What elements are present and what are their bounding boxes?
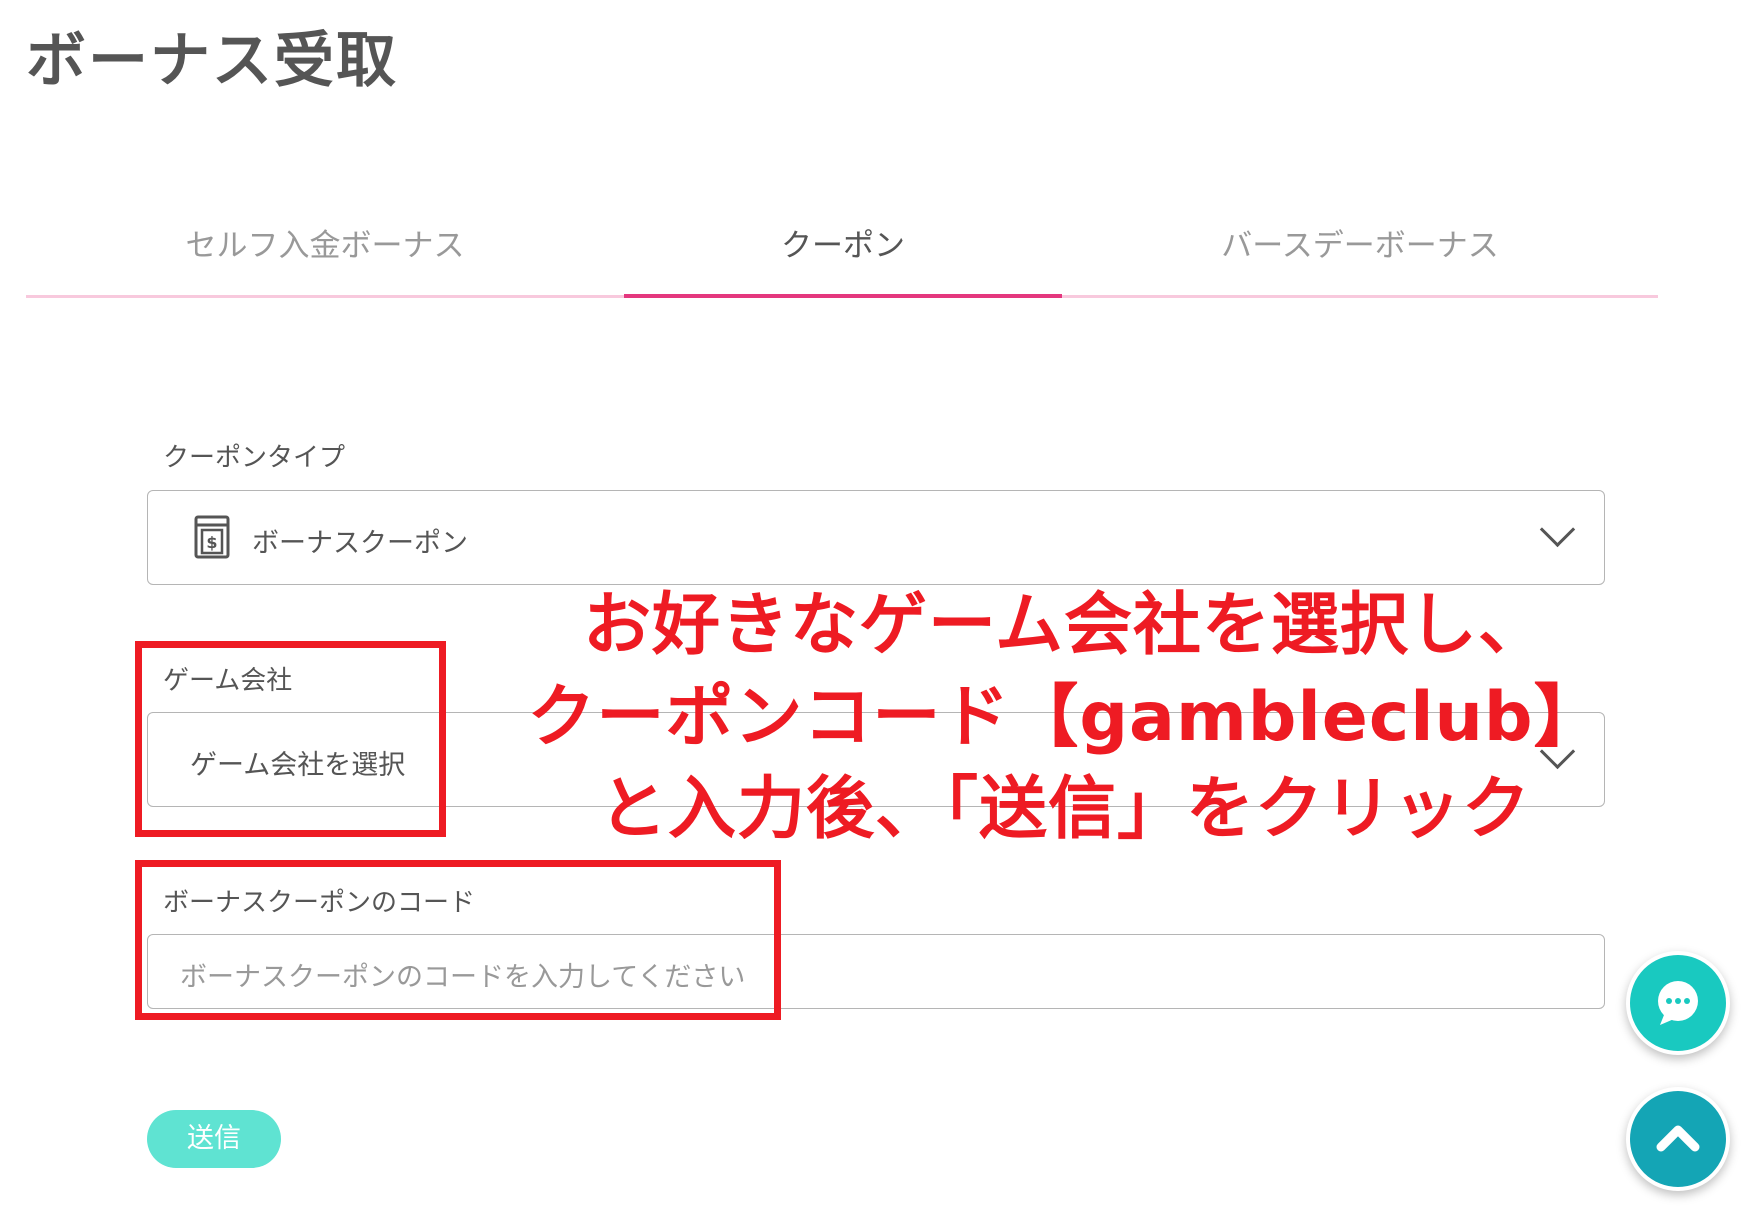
coupon-type-value: ボーナスクーポン xyxy=(252,528,468,559)
svg-text:$: $ xyxy=(206,533,217,552)
coupon-type-select[interactable]: $ ボーナスクーポン xyxy=(147,490,1605,585)
tab-coupon[interactable]: クーポン xyxy=(624,215,1062,295)
chat-bubble-icon xyxy=(1658,981,1698,1025)
annotation-box-game-company xyxy=(135,641,446,837)
tab-bar: セルフ入金ボーナス クーポン バースデーボーナス xyxy=(26,215,1658,299)
annotation-line-3: と入力後、「送信」をクリック xyxy=(598,770,1531,849)
annotation-line-1: お好きなゲーム会社を選択し、 xyxy=(583,586,1547,665)
scroll-top-button[interactable] xyxy=(1626,1087,1730,1191)
tab-birthday-bonus[interactable]: バースデーボーナス xyxy=(1062,215,1658,295)
page-title: ボーナス受取 xyxy=(26,26,398,96)
coupon-type-label: クーポンタイプ xyxy=(163,443,346,473)
tab-active-indicator xyxy=(624,294,1062,298)
coupon-dollar-icon: $ xyxy=(194,515,230,559)
annotation-line-2: クーポンコード【gambleclub】 xyxy=(527,678,1603,757)
chat-button[interactable] xyxy=(1626,951,1730,1055)
annotation-text: お好きなゲーム会社を選択し、 クーポンコード【gambleclub】 と入力後、… xyxy=(500,580,1630,856)
tab-self-deposit-bonus[interactable]: セルフ入金ボーナス xyxy=(26,215,624,295)
page: ボーナス受取 セルフ入金ボーナス クーポン バースデーボーナス クーポンタイプ … xyxy=(0,0,1742,1214)
chevron-up-icon xyxy=(1656,1125,1700,1152)
chevron-down-icon xyxy=(1539,511,1576,548)
submit-button[interactable]: 送信 xyxy=(147,1110,281,1168)
annotation-box-coupon-code xyxy=(135,860,781,1020)
